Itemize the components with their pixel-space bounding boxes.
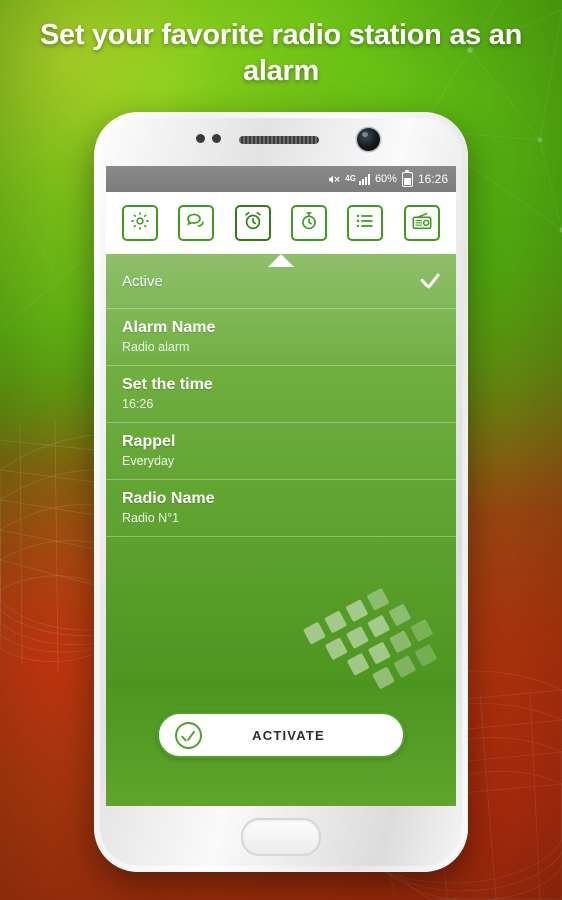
promo-screenshot: Set your favorite radio station as an al… [0,0,562,900]
status-bar: 4G 60% 16:26 [106,166,456,192]
row-alarm-name[interactable]: Alarm Name Radio alarm [106,309,456,366]
list-icon [354,210,376,237]
phone-top-bezel [94,122,468,160]
signal-bars-icon [358,173,370,185]
row-set-the-time-value: 16:26 [122,397,154,411]
decorative-squares [302,559,456,727]
mute-icon [327,173,340,186]
battery-icon [401,169,413,187]
speech-bubble-icon [185,210,207,237]
row-set-the-time[interactable]: Set the time 16:26 [106,366,456,423]
active-tab-caret-icon [268,254,294,267]
phone-screen: 4G 60% 16:26 Active Alarm Name Radio ala… [106,166,456,806]
row-rappel-value: Everyday [122,454,175,468]
alarm-settings-panel: Active Alarm Name Radio alarm Set the ti… [106,254,456,806]
row-rappel-label: Rappel [122,433,176,450]
row-set-the-time-label: Set the time [122,376,213,393]
sensor-dots-icon [196,134,221,143]
radio-icon [411,210,433,237]
gear-icon [129,210,151,237]
toolbar-button-timer[interactable] [291,205,328,241]
row-radio-name[interactable]: Radio Name Radio N°1 [106,480,456,537]
row-radio-name-label: Radio Name [122,490,215,507]
toolbar-button-list[interactable] [347,205,384,241]
activate-button-area: ACTIVATE [106,712,456,758]
front-camera-icon [357,128,380,151]
row-alarm-name-label: Alarm Name [122,319,216,336]
activate-button[interactable]: ACTIVATE [157,712,405,758]
toolbar-button-settings[interactable] [122,205,159,241]
check-icon[interactable] [418,270,440,292]
earpiece-speaker-icon [239,136,319,144]
alarm-clock-icon [242,210,264,237]
home-button[interactable] [241,818,321,856]
toolbar-button-alarm[interactable] [234,205,271,241]
stopwatch-icon [298,210,320,237]
row-radio-name-value: Radio N°1 [122,511,180,525]
check-circle-icon [175,721,202,749]
toolbar-button-chat[interactable] [178,205,215,241]
activate-button-label: ACTIVATE [252,727,325,743]
toolbar-button-radio[interactable] [403,205,440,241]
row-alarm-name-value: Radio alarm [122,340,190,354]
battery-percent-label: 60% [374,173,397,185]
network-type-label: 4G [345,174,356,183]
page-title: Set your favorite radio station as an al… [39,19,523,87]
row-rappel[interactable]: Rappel Everyday [106,423,456,480]
status-clock: 16:26 [417,172,448,186]
phone-mockup: 4G 60% 16:26 Active Alarm Name Radio ala… [94,112,468,872]
row-active-label: Active [122,272,163,290]
app-toolbar [106,192,456,267]
